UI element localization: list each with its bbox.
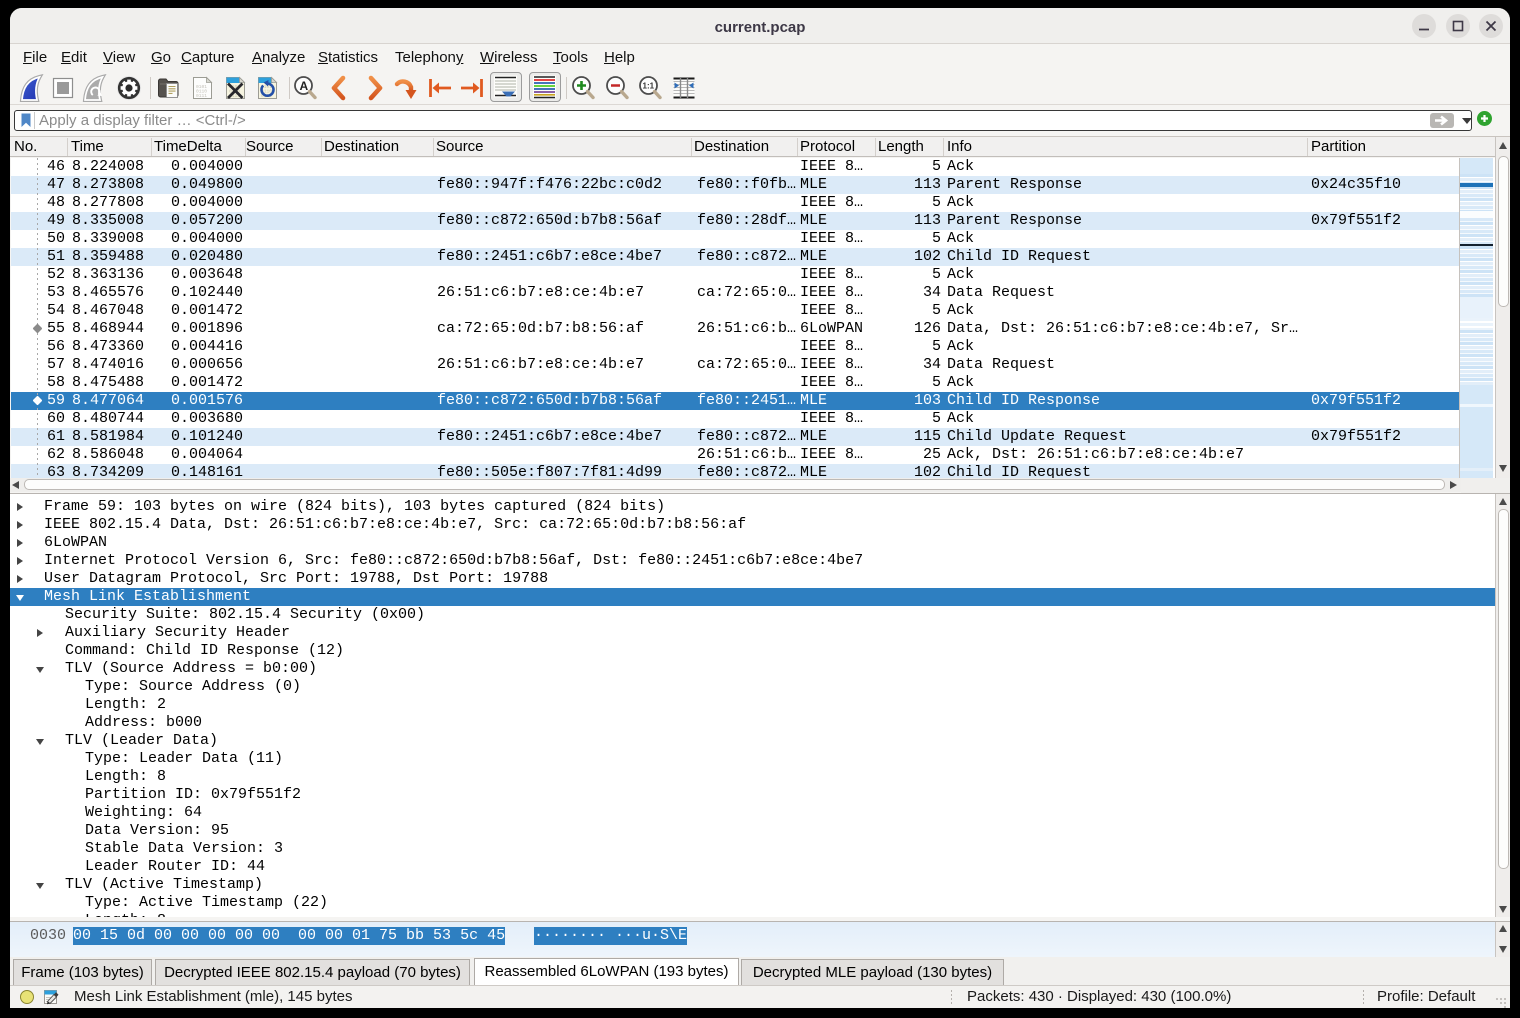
- svg-text:0111: 0111: [196, 93, 207, 99]
- svg-text:1:1: 1:1: [643, 82, 655, 91]
- svg-text:A: A: [300, 79, 309, 93]
